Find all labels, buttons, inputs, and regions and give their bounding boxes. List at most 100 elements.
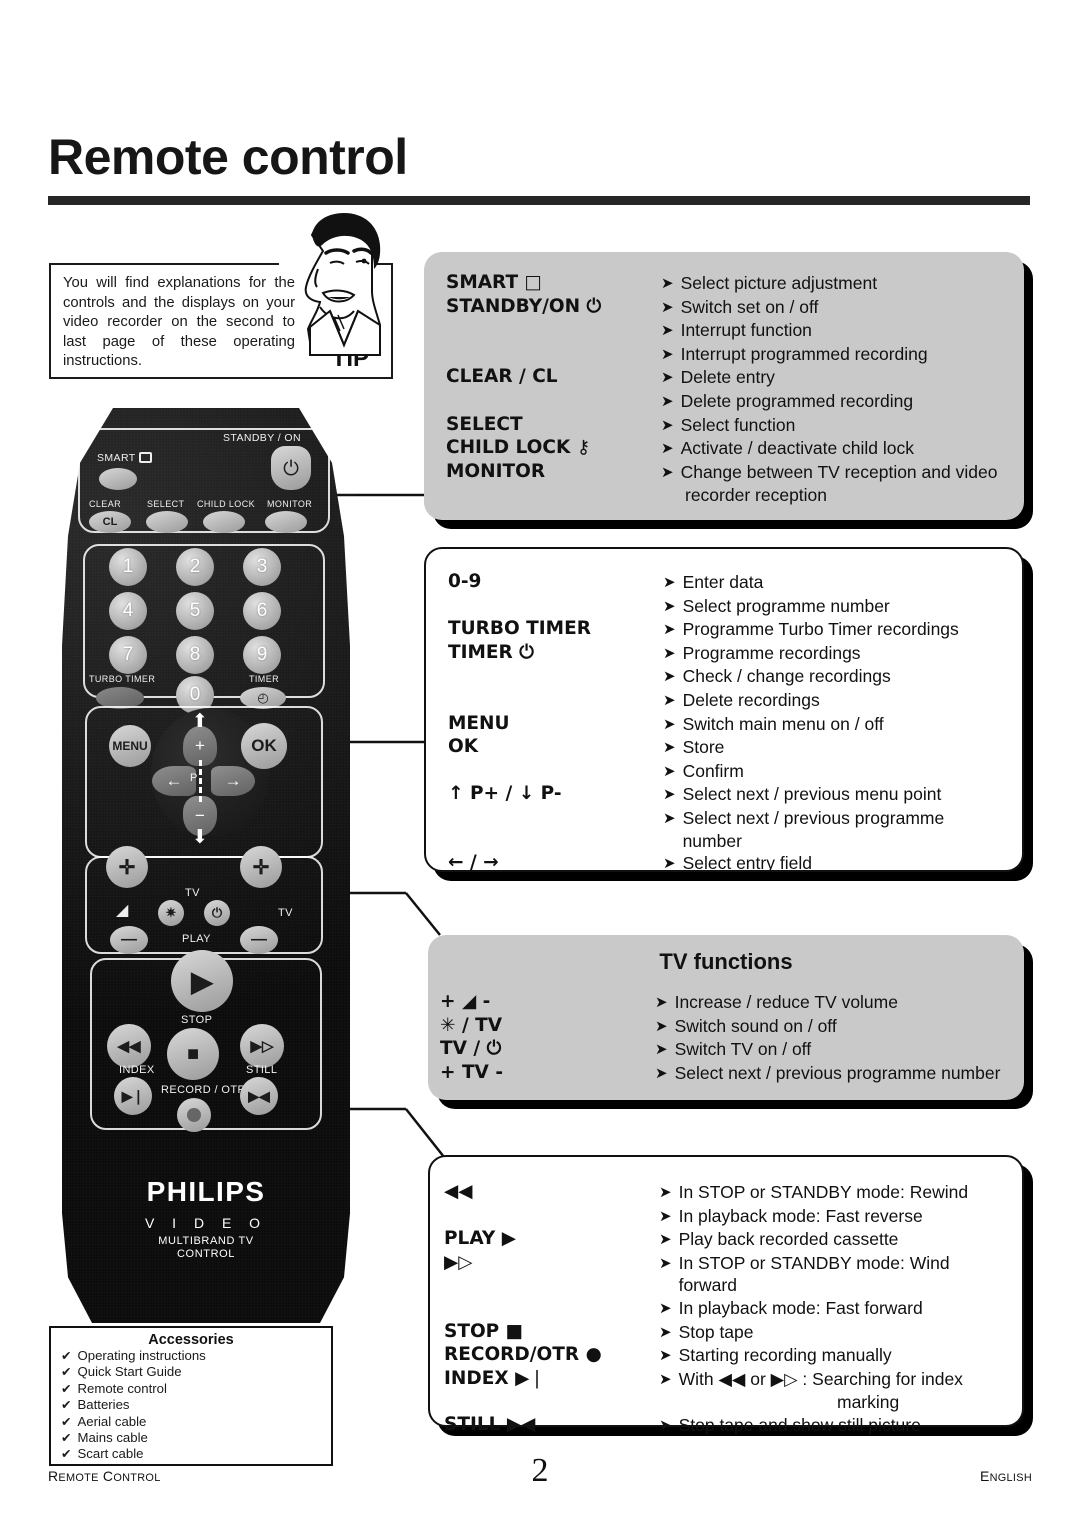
row-desc: ➤ Delete entry (661, 366, 1004, 390)
ok-button[interactable]: OK (241, 723, 287, 769)
bullet-arrow-icon: ➤ (663, 596, 676, 615)
still-label: STILL (246, 1064, 278, 1076)
row-desc: ➤ Delete programmed recording (661, 390, 1004, 414)
panel-general: SMART □ ➤ Select picture adjustment STAN… (424, 252, 1024, 520)
info-row: INDEX ▶❘ ➤ With ◀◀ or ▶▷ : Searching for… (444, 1368, 1004, 1392)
turbo-timer-label: TURBO TIMER (89, 674, 156, 684)
child-lock-button[interactable] (203, 511, 245, 533)
clear-button[interactable]: CL (89, 511, 131, 533)
digit-button-3[interactable]: 3 (243, 548, 281, 586)
bullet-arrow-icon: ➤ (655, 993, 668, 1011)
check-icon: ✔ (61, 1430, 72, 1446)
standby-on-button[interactable]: ⏻ (271, 446, 311, 490)
bullet-arrow-icon: ➤ (663, 808, 676, 827)
select-button[interactable] (146, 511, 188, 533)
digit-button-7[interactable]: 7 (109, 636, 147, 674)
info-row: TIMER ⏻ ➤ Programme recordings (448, 642, 1002, 666)
row-key: CLEAR / CL (446, 366, 558, 388)
row-key: RECORD/OTR ● (444, 1344, 602, 1366)
tv-programme-up-button[interactable]: ✛ (240, 846, 282, 888)
accessories-title: Accessories (148, 1332, 234, 1348)
row-desc-text: Select next / previous menu point (682, 784, 942, 805)
accessory-item: ✔ Batteries (51, 1397, 331, 1413)
panel-tv-rows: + ◢ - ➤ Increase / reduce TV volume ✳ / … (428, 975, 1024, 1085)
digit-button-4[interactable]: 4 (109, 592, 147, 630)
info-row: CHILD LOCK ⚷ ➤ Activate / deactivate chi… (446, 437, 1004, 461)
forward-button[interactable]: ▶▷ (240, 1024, 284, 1068)
info-row: + TV - ➤ Select next / previous programm… (440, 1062, 1004, 1086)
child-lock-label: CHILD LOCK (197, 499, 256, 509)
volume-down-button[interactable]: — (110, 926, 148, 954)
row-desc-text: In playback mode: Fast reverse (678, 1205, 923, 1226)
row-key: TIMER ⏻ (448, 641, 534, 663)
info-row: ➤ Check / change recordings (448, 665, 1002, 689)
smart-button[interactable] (99, 468, 137, 490)
row-desc: ➤ Increase / reduce TV volume (655, 991, 1004, 1015)
digit-button-2[interactable]: 2 (176, 548, 214, 586)
select-label: SELECT (147, 499, 185, 509)
digit-button-8[interactable]: 8 (176, 636, 214, 674)
monitor-button[interactable] (265, 511, 307, 533)
tv-power-button[interactable]: ⏻ (204, 900, 230, 926)
digit-button-1[interactable]: 1 (109, 548, 147, 586)
row-desc: ➤ Switch main menu on / off (663, 713, 1002, 737)
info-row: TV / ⏻ ➤ Switch TV on / off (440, 1038, 1004, 1062)
row-desc: ➤ Interrupt function (661, 319, 1004, 343)
accessories-box: Accessories ✔ Operating instructions ✔ Q… (49, 1326, 333, 1466)
row-desc-text: Enter data (682, 572, 764, 592)
still-button[interactable]: ▶◀ (240, 1077, 278, 1115)
tv-center-label: TV (185, 887, 200, 899)
row-desc-text: Delete entry (680, 367, 775, 388)
smart-label: SMART (97, 452, 136, 464)
timer-label: TIMER (249, 674, 279, 684)
row-desc-text: Starting recording manually (678, 1345, 892, 1366)
bullet-arrow-icon: ➤ (659, 1253, 672, 1272)
play-button[interactable]: ▶ (171, 950, 233, 1012)
row-desc-text: In STOP or STANDBY mode: Rewind (678, 1182, 969, 1202)
row-key: ▶▷ (444, 1251, 473, 1273)
panel-menu: 0-9 ➤ Enter data ➤ Select programme numb… (424, 547, 1024, 873)
bullet-arrow-icon: ➤ (655, 1016, 668, 1035)
bullet-arrow-icon: ➤ (659, 1183, 672, 1201)
row-key: STOP ■ (444, 1320, 524, 1342)
brand-video: V I D E O (144, 1215, 268, 1231)
bullet-arrow-icon: ➤ (659, 1206, 672, 1225)
digit-button-5[interactable]: 5 (176, 592, 214, 630)
brand-mbtv-2: CONTROL (177, 1248, 235, 1260)
accessory-label: Operating instructions (77, 1348, 206, 1363)
info-row: TURBO TIMER ➤ Programme Turbo Timer reco… (448, 618, 1002, 642)
info-row: marking (444, 1391, 1004, 1414)
stop-button[interactable]: ■ (167, 1028, 219, 1080)
panel-tv-title: TV functions (659, 949, 793, 974)
row-desc-text: Check / change recordings (682, 666, 891, 687)
volume-up-button[interactable]: ✛ (106, 846, 148, 888)
tv-right-label: TV (278, 907, 293, 919)
rewind-button[interactable]: ◀◀ (107, 1024, 151, 1068)
row-desc-text: Switch set on / off (680, 296, 819, 317)
record-dot-icon (187, 1108, 201, 1122)
index-button[interactable]: ▶❘ (114, 1077, 152, 1115)
menu-button-label: MENU (112, 739, 148, 753)
row-desc-text: Interrupt function (680, 320, 812, 341)
bullet-arrow-icon: ➤ (659, 1415, 672, 1434)
info-row: 0-9 ➤ Enter data (448, 571, 1002, 595)
row-desc: ➤ Select picture adjustment (661, 272, 1004, 296)
mute-button[interactable]: ✷ (158, 900, 184, 926)
bullet-arrow-icon: ➤ (663, 714, 676, 733)
nav-right-button[interactable]: → (211, 766, 255, 796)
menu-button[interactable]: MENU (109, 725, 151, 767)
accessory-item: ✔ Remote control (51, 1381, 331, 1397)
bullet-arrow-icon: ➤ (663, 738, 676, 757)
row-desc: ➤ Store (663, 736, 1002, 760)
info-row: ➤ Confirm (448, 760, 1002, 784)
bullet-arrow-icon: ➤ (661, 321, 674, 340)
record-otr-button[interactable] (177, 1098, 211, 1132)
info-row: ← / → ➤ Select entry field (448, 852, 1002, 876)
row-desc: ➤ Confirm (663, 760, 1002, 784)
digit-button-9[interactable]: 9 (243, 636, 281, 674)
row-desc-text: Switch sound on / off (674, 1015, 837, 1036)
tv-programme-down-button[interactable]: — (240, 926, 278, 954)
info-row: ◀◀ ➤ In STOP or STANDBY mode: Rewind (444, 1181, 1004, 1205)
footer-language-label: ENGLISH (979, 1468, 1032, 1484)
digit-button-6[interactable]: 6 (243, 592, 281, 630)
